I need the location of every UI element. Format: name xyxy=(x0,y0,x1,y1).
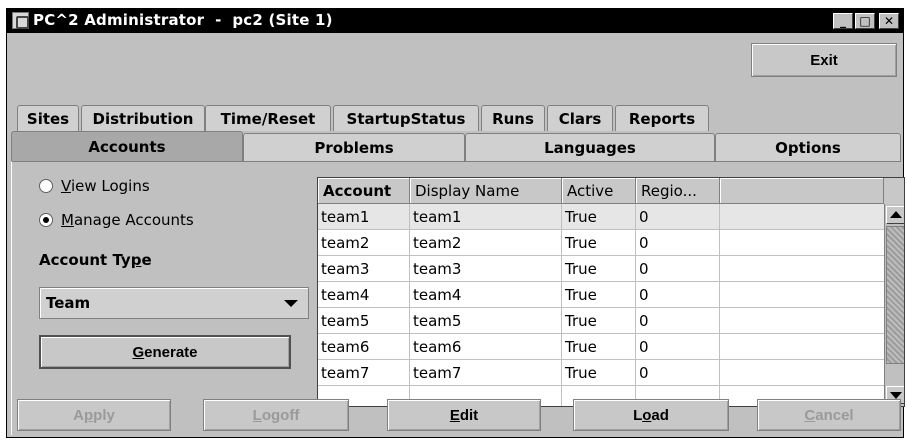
cell-active: True xyxy=(562,282,636,308)
tab-accounts[interactable]: Accounts xyxy=(11,131,243,161)
cell-active: True xyxy=(562,334,636,360)
close-icon[interactable]: ✕ xyxy=(879,13,899,29)
tab-problems[interactable]: Problems xyxy=(243,133,465,161)
cell-display-name: team2 xyxy=(410,230,562,256)
manage-accounts-label: Manage Accounts xyxy=(61,211,194,229)
table-row[interactable]: team7 team7 True 0 xyxy=(318,360,886,386)
generate-button[interactable]: Generate xyxy=(39,335,291,369)
column-header-empty xyxy=(720,178,884,204)
view-logins-radio[interactable]: View Logins xyxy=(39,177,150,195)
cell-region: 0 xyxy=(636,360,720,386)
radio-checked-icon xyxy=(39,213,53,227)
cell-account: team1 xyxy=(318,204,410,230)
cell-account: team5 xyxy=(318,308,410,334)
column-header-active[interactable]: Active xyxy=(562,178,636,204)
cell-account: team2 xyxy=(318,230,410,256)
load-button[interactable]: Lo ad xyxy=(573,399,729,431)
exit-button[interactable]: Exit xyxy=(751,43,897,77)
table-row[interactable]: team4 team4 True 0 xyxy=(318,282,886,308)
cell-display-name: team1 xyxy=(410,204,562,230)
cell-active: True xyxy=(562,256,636,282)
maximize-icon[interactable]: □ xyxy=(855,13,875,29)
cell-region: 0 xyxy=(636,282,720,308)
cell-account: team6 xyxy=(318,334,410,360)
title-bar[interactable]: PC^2 Administrator - pc2 (Site 1) _ □ ✕ xyxy=(7,9,903,33)
column-header-region[interactable]: Regio... xyxy=(636,178,720,204)
cell-active: True xyxy=(562,230,636,256)
tab-runs[interactable]: Runs xyxy=(481,105,545,131)
account-type-value: Team xyxy=(46,294,91,312)
account-type-label: Account Type xyxy=(39,251,152,269)
tab-reports[interactable]: Reports xyxy=(615,105,709,131)
table-row[interactable]: team1 team1 True 0 xyxy=(318,204,886,230)
cell-display-name: team7 xyxy=(410,360,562,386)
cell-account: team7 xyxy=(318,360,410,386)
cell-region: 0 xyxy=(636,230,720,256)
cell-active: True xyxy=(562,360,636,386)
table-row[interactable]: team2 team2 True 0 xyxy=(318,230,886,256)
radio-unchecked-icon xyxy=(39,179,53,193)
table-header: Account Display Name Active Regio... xyxy=(318,178,904,204)
admin-window: PC^2 Administrator - pc2 (Site 1) _ □ ✕ … xyxy=(6,8,905,438)
cell-active: True xyxy=(562,308,636,334)
scroll-up-arrow-icon[interactable] xyxy=(886,206,904,224)
app-icon xyxy=(12,12,29,29)
chevron-down-icon xyxy=(284,300,298,307)
tab-time-reset[interactable]: Time/Reset xyxy=(205,105,331,131)
edit-button[interactable]: Edit xyxy=(387,399,541,431)
cell-display-name: team3 xyxy=(410,256,562,282)
tab-distribution[interactable]: Distribution xyxy=(81,105,205,131)
cell-region: 0 xyxy=(636,334,720,360)
cell-display-name: team4 xyxy=(410,282,562,308)
cell-account: team4 xyxy=(318,282,410,308)
cell-display-name: team6 xyxy=(410,334,562,360)
tab-options[interactable]: Options xyxy=(715,133,901,161)
table-row[interactable]: team6 team6 True 0 xyxy=(318,334,886,360)
cancel-button[interactable]: Cancel xyxy=(757,399,901,431)
column-header-display-name[interactable]: Display Name xyxy=(410,178,562,204)
cell-account: team3 xyxy=(318,256,410,282)
tab-sites[interactable]: Sites xyxy=(17,105,79,131)
window-title: PC^2 Administrator - pc2 (Site 1) xyxy=(33,11,333,29)
view-logins-label: View Logins xyxy=(61,177,150,195)
account-type-select[interactable]: Team xyxy=(39,287,309,319)
tab-startup-status[interactable]: StartupStatus xyxy=(333,105,479,131)
cell-region: 0 xyxy=(636,204,720,230)
cell-display-name: team5 xyxy=(410,308,562,334)
table-scrollbar[interactable] xyxy=(884,204,904,406)
minimize-icon[interactable]: _ xyxy=(833,13,853,29)
manage-accounts-radio[interactable]: Manage Accounts xyxy=(39,211,194,229)
cell-region: 0 xyxy=(636,308,720,334)
table-row[interactable]: team5 team5 True 0 xyxy=(318,308,886,334)
tab-clars[interactable]: Clars xyxy=(547,105,613,131)
tab-languages[interactable]: Languages xyxy=(465,133,715,161)
logoff-button[interactable]: Logoff xyxy=(203,399,349,431)
scroll-thumb[interactable] xyxy=(886,226,904,364)
apply-button[interactable]: Ap ply xyxy=(17,399,171,431)
table-row[interactable]: team3 team3 True 0 xyxy=(318,256,886,282)
cell-region: 0 xyxy=(636,256,720,282)
column-header-account[interactable]: Account xyxy=(318,178,410,204)
accounts-table: Account Display Name Active Regio... tea… xyxy=(317,177,905,407)
cell-active: True xyxy=(562,204,636,230)
